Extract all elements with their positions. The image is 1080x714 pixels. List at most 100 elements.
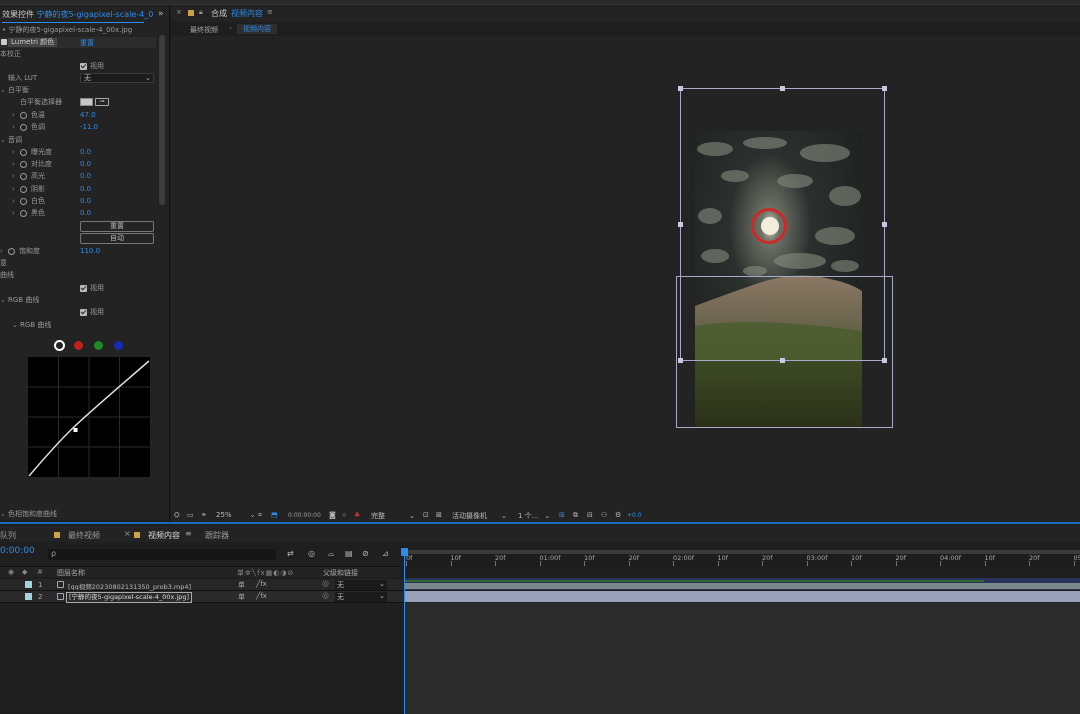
input-lut-dropdown[interactable]: 无 ⌄: [80, 73, 154, 83]
layer-name[interactable]: [宁静的夜5-gigapixel-scale-4_00x.jpg]: [66, 592, 192, 603]
show-checkbox-1[interactable]: 视用: [80, 60, 104, 72]
layer-row[interactable]: 1 [qq视频20230802131350_prob3.mp4] 单 ╱fx @…: [0, 579, 404, 591]
timeline-search-input[interactable]: ρ: [48, 549, 276, 560]
comp-mini-flowchart-icon[interactable]: ⇄: [287, 549, 294, 558]
parent-pickwhip-icon[interactable]: @: [322, 580, 329, 588]
exposure-value[interactable]: 0.0: [80, 146, 91, 158]
transform-handle[interactable]: [882, 358, 887, 363]
temperature-row[interactable]: ›色温: [12, 109, 45, 121]
fast-preview-icon[interactable]: ⊟: [587, 511, 593, 519]
contrast-row[interactable]: ›对比度: [12, 158, 52, 170]
highlights-row[interactable]: ›高光: [12, 170, 45, 182]
rgb-curves-sub[interactable]: ⌄RGB 曲线: [12, 319, 51, 331]
transform-handle[interactable]: [678, 358, 683, 363]
transparency-grid-icon[interactable]: ⊠: [436, 511, 442, 519]
auto-button[interactable]: 自动: [80, 233, 154, 244]
effect-reset-link[interactable]: 重置: [80, 38, 94, 48]
saturation-row[interactable]: ›饱和度: [0, 245, 40, 257]
zoom-dropdown[interactable]: 25%⌄: [216, 511, 255, 519]
viewer-tab-name[interactable]: 视频内容: [231, 8, 263, 19]
parent-pickwhip-icon[interactable]: @: [322, 592, 329, 600]
curves-header[interactable]: 曲线: [0, 269, 14, 281]
whites-value[interactable]: 0.0: [80, 195, 91, 207]
exposure-value[interactable]: +0.0: [627, 512, 642, 519]
breadcrumb-final-video[interactable]: 最终视频: [190, 25, 218, 35]
channel-blue-button[interactable]: [114, 341, 123, 350]
reset-button[interactable]: 重置: [80, 221, 154, 232]
monitor-icon[interactable]: ▭: [187, 511, 194, 519]
playhead-handle[interactable]: [401, 548, 408, 556]
whites-row[interactable]: ›白色: [12, 195, 45, 207]
tint-row[interactable]: ›色调: [12, 121, 45, 133]
eyedropper-icon[interactable]: ⊸: [95, 98, 109, 106]
stopwatch-icon[interactable]: [20, 173, 27, 180]
channel-green-button[interactable]: [94, 341, 103, 350]
switches-icons[interactable]: 单✲╲fx▦◐◑⊘: [237, 568, 294, 578]
contrast-value[interactable]: 0.0: [80, 158, 91, 170]
grid-icon[interactable]: ⌗: [258, 511, 262, 520]
basic-correction-header[interactable]: 本校正: [0, 48, 21, 60]
col-source-name[interactable]: 图层名称: [57, 568, 85, 578]
timeline-timecode[interactable]: 0:00:00: [0, 546, 35, 556]
camera-icon[interactable]: ◙: [329, 511, 336, 519]
draft-3d-icon[interactable]: ◎: [308, 549, 315, 558]
exposure-settings-icon[interactable]: ⚙: [615, 511, 621, 519]
stopwatch-icon[interactable]: [20, 210, 27, 217]
eye-icon[interactable]: ◉: [8, 568, 14, 576]
frame-blend-icon[interactable]: ▤: [345, 549, 353, 558]
stopwatch-icon[interactable]: [20, 149, 27, 156]
stopwatch-icon[interactable]: [20, 161, 27, 168]
panel-expand-icon[interactable]: »: [158, 9, 164, 19]
temperature-value[interactable]: 47.0: [80, 109, 96, 121]
stopwatch-icon[interactable]: [20, 112, 27, 119]
layer-switch[interactable]: 单: [238, 592, 245, 602]
channel-red-button[interactable]: [74, 341, 83, 350]
flowchart-icon[interactable]: ⚇: [601, 511, 607, 519]
viewer-timecode[interactable]: 0:00:00:00: [288, 512, 321, 519]
transform-handle[interactable]: [780, 86, 785, 91]
lock-icon[interactable]: 🔒︎: [199, 8, 203, 17]
tab-render-queue[interactable]: 队列: [0, 530, 16, 541]
shadows-value[interactable]: 0.0: [80, 183, 91, 195]
mask-icon[interactable]: ⚭: [201, 511, 207, 519]
transform-handle[interactable]: [882, 222, 887, 227]
wb-color-swatch[interactable]: [80, 98, 93, 106]
channel-white-button[interactable]: [54, 340, 65, 351]
label-icon[interactable]: ◆: [22, 568, 27, 576]
always-preview-icon[interactable]: ⛭: [174, 511, 180, 520]
transform-handle[interactable]: [882, 86, 887, 91]
graph-editor-icon[interactable]: ⊿: [382, 549, 389, 558]
region-icon[interactable]: ⬒: [271, 511, 278, 519]
layer-switch[interactable]: 单: [238, 580, 245, 590]
layer-bounding-box-2[interactable]: [676, 276, 893, 428]
close-icon[interactable]: ×: [176, 8, 182, 16]
viewer-tab-label[interactable]: 合成: [211, 8, 227, 19]
layer-row[interactable]: 2 [宁静的夜5-gigapixel-scale-4_00x.jpg] 单 ╱f…: [0, 591, 404, 603]
transform-handle[interactable]: [678, 222, 683, 227]
toggle-pixel-icon[interactable]: ⊞: [559, 511, 565, 519]
shadows-row[interactable]: ›阴影: [12, 183, 45, 195]
views-dropdown[interactable]: 1 个...⌄: [518, 511, 550, 521]
stopwatch-icon[interactable]: [8, 248, 15, 255]
transform-handle[interactable]: [678, 86, 683, 91]
rgb-curves-header[interactable]: ⌄RGB 曲线: [0, 294, 39, 306]
tab-video-content[interactable]: 视频内容: [148, 530, 180, 541]
rgb-curve-graph[interactable]: [28, 357, 150, 477]
close-icon[interactable]: ×: [124, 529, 131, 538]
shy-icon[interactable]: ⌓: [328, 549, 334, 559]
fx-switch[interactable]: ╱fx: [256, 592, 267, 600]
layer-name[interactable]: [qq视频20230802131350_prob3.mp4]: [68, 581, 191, 591]
effects-panel-tab[interactable]: 效果控件 宁静的夜5-gigapixel-scale-4_0: [2, 9, 153, 21]
parent-dropdown[interactable]: 无⌄: [335, 580, 387, 590]
show-snapshot-icon[interactable]: ⟡: [342, 511, 347, 520]
tab-menu-icon[interactable]: ≡: [267, 8, 273, 16]
layer-bar-1[interactable]: [404, 578, 1080, 590]
show-checkbox-2[interactable]: 视用: [80, 282, 104, 294]
color-channel-icon[interactable]: ♣: [354, 511, 360, 519]
label-color-swatch[interactable]: [25, 581, 32, 588]
label-color-swatch[interactable]: [25, 593, 32, 600]
hue-sat-curves-header[interactable]: ⌄色相饱和度曲线: [0, 508, 57, 520]
transform-handle[interactable]: [780, 358, 785, 363]
white-balance-header[interactable]: ⌄白平衡: [0, 84, 29, 96]
stopwatch-icon[interactable]: [20, 186, 27, 193]
